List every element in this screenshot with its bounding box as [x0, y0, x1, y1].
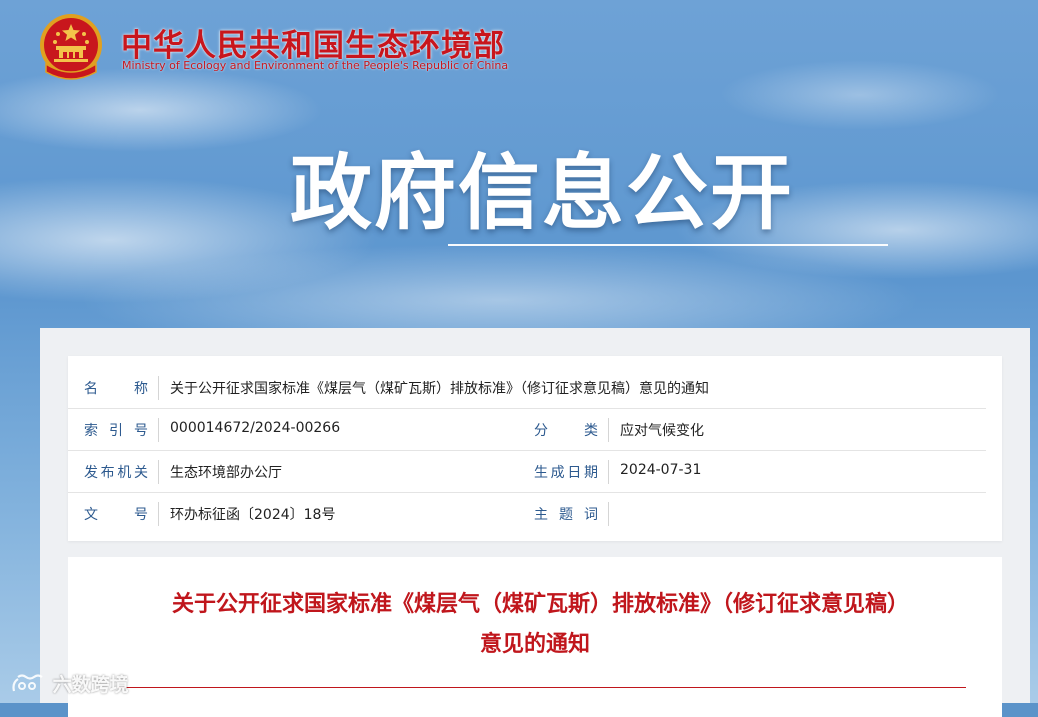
divider: [158, 502, 159, 526]
site-header: 中华人民共和国生态环境部 Ministry of Ecology and Env…: [36, 12, 556, 86]
divider: [158, 460, 159, 484]
main-content: 名称 关于公开征求国家标准《煤层气（煤矿瓦斯）排放标准》（修订征求意见稿）意见的…: [40, 328, 1030, 717]
name-label: 名称: [84, 381, 148, 397]
divider: [158, 418, 159, 442]
meta-row-issuer: 发布机关 生态环境部办公厅 生成日期 2024-07-31: [68, 450, 986, 493]
national-emblem-icon[interactable]: [36, 12, 106, 84]
date-label: 生成日期: [534, 465, 598, 481]
category-label: 分类: [534, 423, 598, 439]
index-label: 索引号: [84, 423, 148, 439]
banner-underline: [448, 244, 888, 246]
divider: [158, 376, 159, 400]
document-metadata-table: 名称 关于公开征求国家标准《煤层气（煤矿瓦斯）排放标准》（修订征求意见稿）意见的…: [68, 356, 1002, 541]
divider: [608, 418, 609, 442]
name-value: 关于公开征求国家标准《煤层气（煤矿瓦斯）排放标准》（修订征求意见稿）意见的通知: [170, 381, 709, 397]
site-name-en: Ministry of Ecology and Environment of t…: [122, 59, 509, 72]
keywords-label: 主题词: [534, 507, 598, 523]
watermark: 六数跨境: [10, 670, 129, 698]
article-title-rule: [118, 687, 966, 688]
banner-title: 政府信息公开: [289, 146, 794, 241]
article-card: 关于公开征求国家标准《煤层气（煤矿瓦斯）排放标准》（修订征求意见稿）意见的通知: [68, 557, 1002, 717]
category-value: 应对气候变化: [620, 423, 704, 439]
watermark-logo-icon: [12, 673, 43, 691]
article-title: 关于公开征求国家标准《煤层气（煤矿瓦斯）排放标准》（修订征求意见稿）意见的通知: [171, 592, 898, 657]
meta-row-index: 索引号 000014672/2024-00266 分类 应对气候变化: [68, 408, 986, 451]
divider: [608, 460, 609, 484]
doc-no-value: 环办标征函〔2024〕18号: [170, 507, 336, 523]
meta-row-docno: 文号 环办标征函〔2024〕18号 主题词: [68, 492, 1002, 534]
date-value: 2024-07-31: [620, 462, 702, 478]
divider: [608, 502, 609, 526]
index-value: 000014672/2024-00266: [170, 420, 341, 436]
meta-row-name: 名称 关于公开征求国家标准《煤层气（煤矿瓦斯）排放标准》（修订征求意见稿）意见的…: [68, 366, 986, 409]
doc-no-label: 文号: [84, 507, 148, 523]
watermark-text: 六数跨境: [52, 674, 129, 696]
issuer-value: 生态环境部办公厅: [170, 465, 282, 481]
issuer-label: 发布机关: [84, 465, 148, 481]
